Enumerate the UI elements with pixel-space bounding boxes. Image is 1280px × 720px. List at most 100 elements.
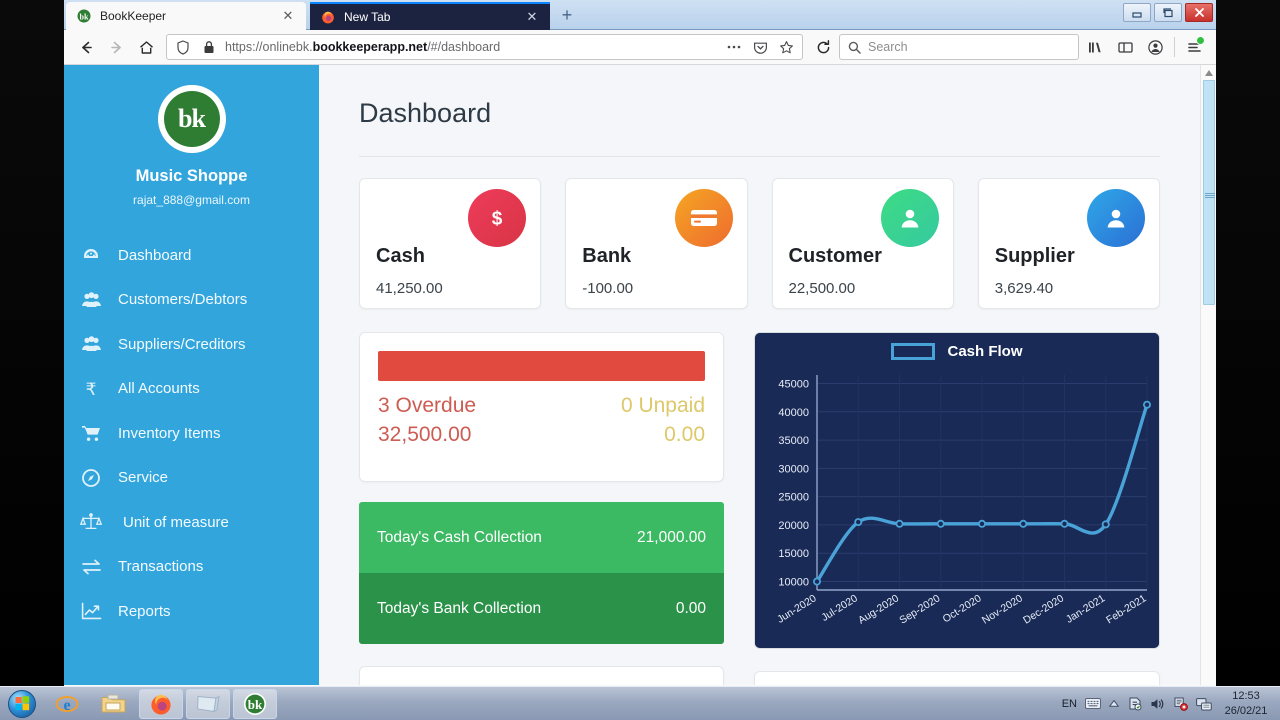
taskbar-firefox[interactable] [139,688,183,719]
system-tray: EN 12:53 26/02/21 [1062,689,1280,719]
taskbar-file-explorer[interactable] [92,689,136,719]
svg-text:15000: 15000 [778,548,809,560]
clock-date: 26/02/21 [1224,704,1268,717]
stat-card-cash[interactable]: $ Cash 41,250.00 [359,178,542,309]
sidebar-item-unit-of-measure[interactable]: Unit of measure [64,500,319,545]
svg-text:20000: 20000 [778,520,809,532]
new-tab-button[interactable]: + [556,6,578,26]
cash-flow-chart[interactable]: Cash Flow 10000 15000 20000 25000 30000 35000… [754,332,1160,649]
security-alert-icon[interactable] [1173,696,1188,711]
close-button[interactable] [1185,3,1213,22]
monthly-transactions-card-partial[interactable]: Monthly Transactions [754,671,1160,685]
browser-navigation-toolbar: https://onlinebk.bookkeeperapp.net/#/das… [64,30,1216,65]
scrollbar-thumb[interactable] [1203,80,1215,305]
page-viewport: bk Music Shoppe rajat_888@gmail.com Dash… [64,65,1216,685]
back-arrow-icon[interactable] [72,33,100,61]
account-icon[interactable] [1141,33,1169,61]
forward-arrow-icon[interactable] [102,33,130,61]
show-hidden-icons-icon[interactable] [1109,700,1119,707]
cart-icon [78,424,104,442]
top-items-card-partial[interactable]: Top 5 Items [359,666,724,685]
svg-text:45000: 45000 [778,378,809,390]
sidebar-item-inventory-items[interactable]: Inventory Items [64,411,319,456]
svg-text:40000: 40000 [778,407,809,419]
reload-icon[interactable] [809,33,837,61]
svg-text:$: $ [492,209,503,230]
stat-card-customer[interactable]: Customer 22,500.00 [771,178,954,309]
shield-icon[interactable] [173,37,193,57]
stat-card-title: Customer [788,245,882,267]
close-icon[interactable]: ✕ [280,8,296,24]
collections-panel: Today's Cash Collection 21,000.00 Today'… [359,502,724,644]
svg-text:bk: bk [80,13,89,22]
sidebar-item-dashboard[interactable]: Dashboard [64,233,319,278]
scroll-up-arrow-icon[interactable] [1201,65,1216,80]
sidebar-item-suppliers[interactable]: Suppliers/Creditors [64,322,319,367]
language-indicator[interactable]: EN [1062,698,1077,710]
close-icon[interactable]: ✕ [524,9,540,25]
star-icon[interactable] [776,37,796,57]
sidebar-nav: Dashboard Customers/Debtors Suppliers/Cr… [64,233,319,634]
sidebar-item-all-accounts[interactable]: ₹ All Accounts [64,367,319,412]
home-icon[interactable] [132,33,160,61]
page-title: Dashboard [359,98,492,128]
receivables-panel[interactable]: 3 Overdue 0 Unpaid 32,500.00 0.00 [359,332,724,482]
firefox-icon [320,9,336,25]
minimize-button[interactable] [1123,3,1151,22]
volume-icon[interactable] [1150,697,1165,711]
sidebar-item-label: Transactions [118,558,204,576]
browser-window: bk BookKeeper ✕ New Tab ✕ + https://onli… [64,0,1216,686]
clock-time: 12:53 [1232,689,1260,702]
stat-card-title: Cash [376,245,425,267]
taskbar-bookkeeper[interactable]: bk [233,688,277,719]
taskbar-notepad[interactable] [186,688,230,719]
users-icon [78,335,104,353]
ellipsis-icon[interactable] [724,37,744,57]
library-icon[interactable] [1081,33,1109,61]
keyboard-icon[interactable] [1085,698,1101,709]
lock-icon[interactable] [199,37,219,57]
dollar-icon: $ [468,189,527,247]
sidebar-item-reports[interactable]: Reports [64,589,319,634]
todays-bank-collection-row[interactable]: Today's Bank Collection 0.00 [359,573,724,644]
stat-card-bank[interactable]: Bank -100.00 [565,178,748,309]
stat-card-title: Supplier [994,245,1075,267]
network-icon[interactable] [1196,697,1212,711]
collection-label: Today's Bank Collection [377,599,542,617]
sidebar-item-label: Reports [118,602,171,620]
sidebar-item-customers[interactable]: Customers/Debtors [64,278,319,323]
url-bar[interactable]: https://onlinebk.bookkeeperapp.net/#/das… [166,34,803,60]
svg-text:35000: 35000 [778,435,809,447]
tab-label: New Tab [344,10,391,24]
taskbar-internet-explorer[interactable]: e [45,689,89,719]
credit-card-icon [674,189,733,247]
exchange-arrows-icon [78,558,104,576]
desktop-wallpaper-right [1216,0,1280,686]
overdue-label: 3 Overdue [378,394,477,417]
menu-icon[interactable] [1180,33,1208,61]
taskbar-clock[interactable]: 12:53 26/02/21 [1220,689,1272,719]
overdue-amount: 32,500.00 [378,423,472,446]
pocket-icon[interactable] [750,37,770,57]
stat-card-supplier[interactable]: Supplier 3,629.40 [977,178,1160,309]
sidebar-item-service[interactable]: Service [64,456,319,501]
sidebar-icon[interactable] [1111,33,1139,61]
sidebar-item-label: Unit of measure [123,513,229,531]
scrollbar-grip [1205,193,1215,198]
maximize-button[interactable] [1154,3,1182,22]
svg-text:₹: ₹ [86,380,97,399]
start-button[interactable] [2,688,42,720]
sidebar-item-label: Service [118,469,169,487]
tab-bookkeeper[interactable]: bk BookKeeper ✕ [66,2,306,30]
user-email: rajat_888@gmail.com [133,193,250,207]
action-center-icon[interactable] [1127,696,1142,711]
svg-text:25000: 25000 [778,492,809,504]
page-scrollbar[interactable] [1200,65,1216,685]
todays-cash-collection-row[interactable]: Today's Cash Collection 21,000.00 [359,502,724,573]
search-icon [848,41,861,54]
tab-new-tab[interactable]: New Tab ✕ [310,2,550,30]
search-input[interactable]: Search [839,34,1079,60]
svg-text:10000: 10000 [778,577,809,589]
sidebar-item-transactions[interactable]: Transactions [64,545,319,590]
rupee-icon: ₹ [78,379,104,399]
